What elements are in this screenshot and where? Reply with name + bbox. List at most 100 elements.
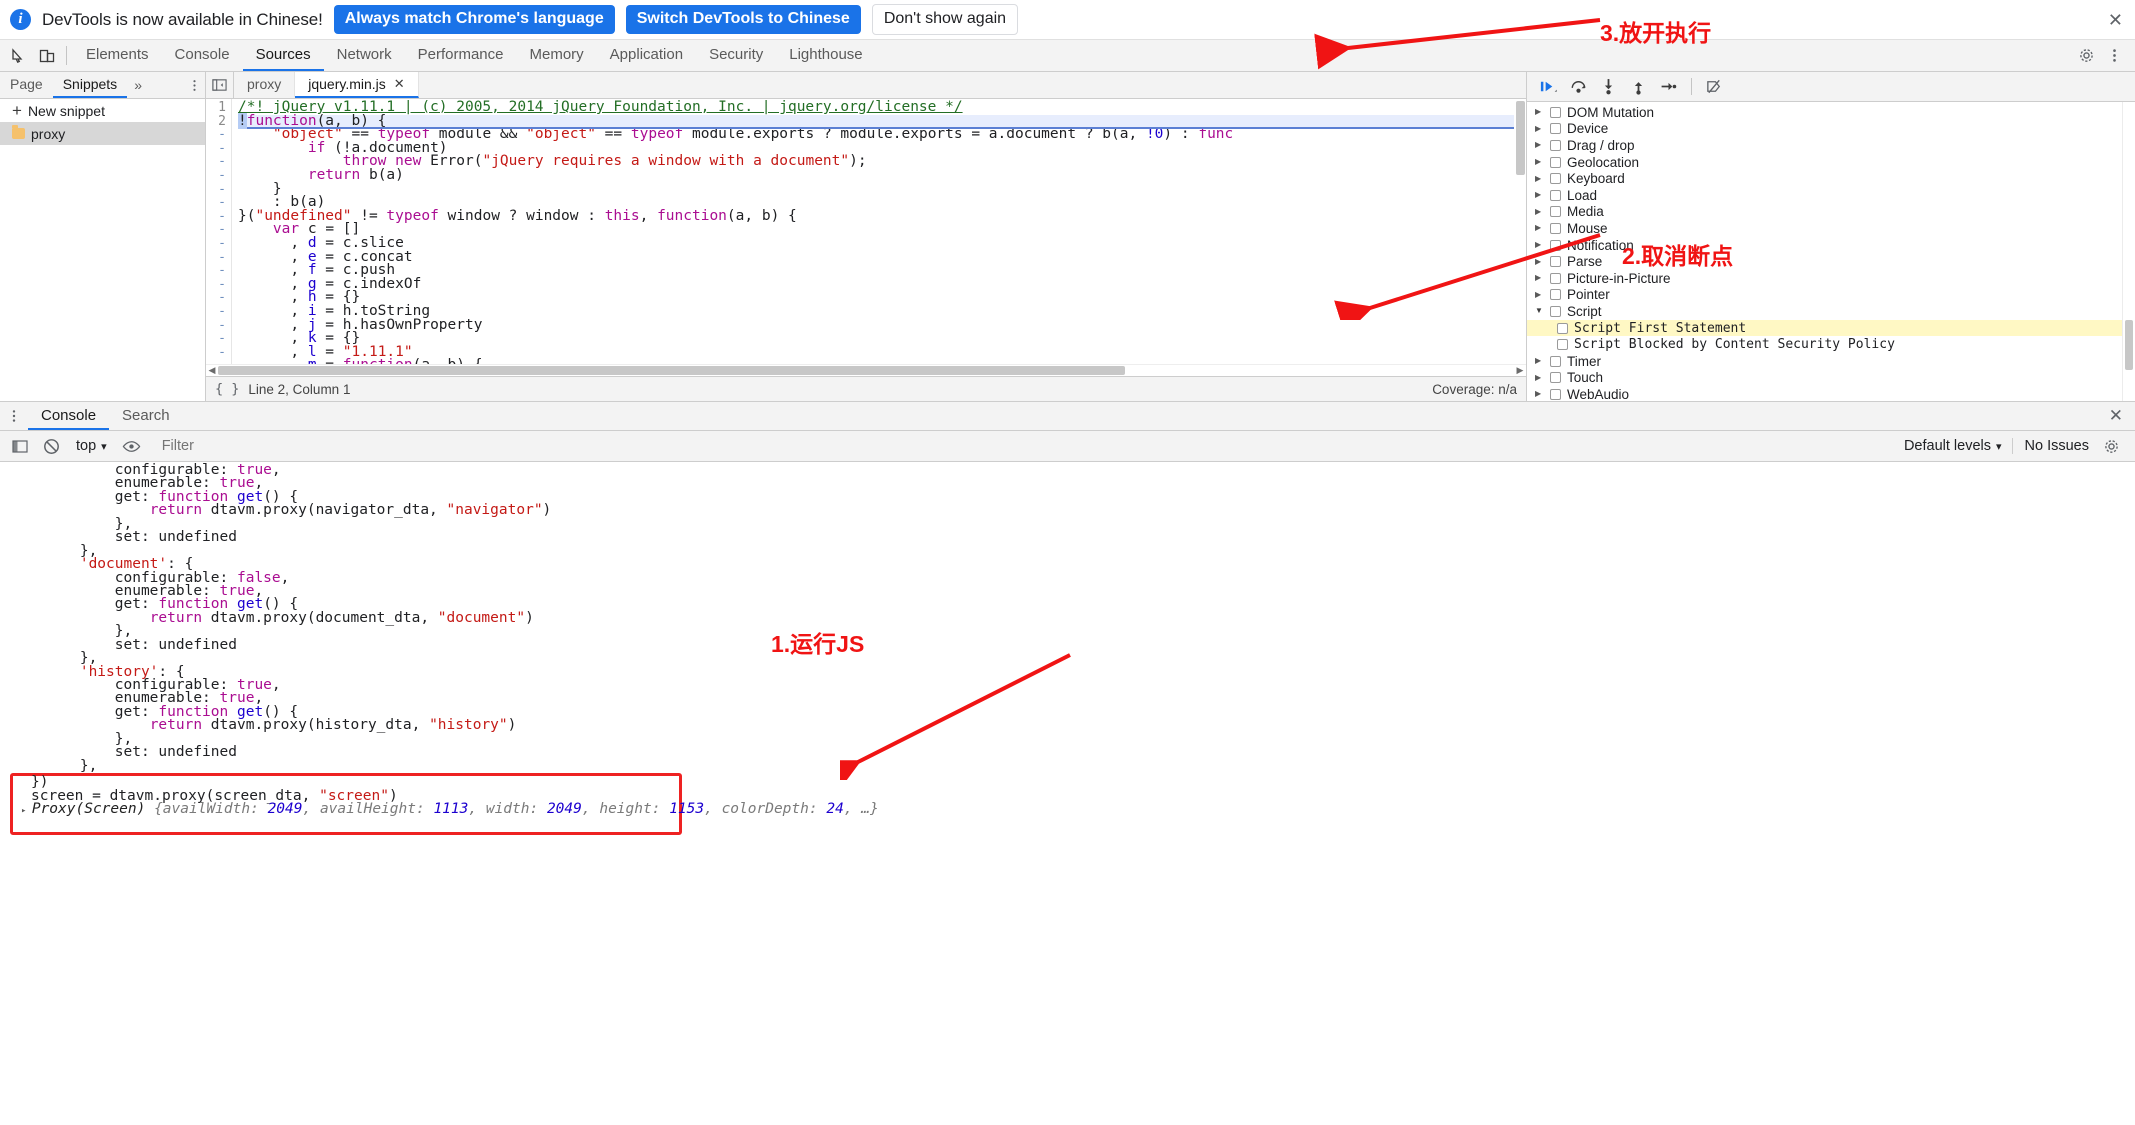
inspect-element-icon[interactable] bbox=[8, 45, 30, 67]
event-breakpoint-media[interactable]: ▶ Media bbox=[1527, 204, 2135, 221]
navigator-tab-page[interactable]: Page bbox=[0, 72, 53, 98]
close-icon[interactable]: ✕ bbox=[394, 76, 405, 92]
step-into-button[interactable] bbox=[1595, 75, 1622, 99]
kebab-menu-icon[interactable] bbox=[0, 402, 28, 430]
chevron-right-icon[interactable]: ▶ bbox=[1535, 158, 1544, 166]
checkbox[interactable] bbox=[1557, 322, 1568, 334]
chevron-right-icon[interactable]: ▶ bbox=[1535, 290, 1544, 299]
scrollbar-track[interactable] bbox=[218, 366, 1514, 375]
event-breakpoint-picture-in-picture[interactable]: ▶ Picture-in-Picture bbox=[1527, 270, 2135, 287]
chevron-right-icon[interactable]: ▶ bbox=[1535, 257, 1544, 266]
checkbox[interactable] bbox=[1550, 305, 1561, 317]
collapse-sidebar-icon[interactable] bbox=[206, 72, 234, 98]
code-line[interactable]: !function(a, b) { bbox=[238, 112, 1526, 129]
code-line[interactable]: return b(a) bbox=[238, 168, 1526, 183]
close-icon[interactable]: ✕ bbox=[2097, 402, 2135, 430]
code-editor[interactable]: 12------------------- /*! jQuery v1.11.1… bbox=[206, 99, 1526, 364]
checkbox[interactable] bbox=[1550, 189, 1561, 201]
chevron-right-icon[interactable]: ▶ bbox=[1535, 241, 1544, 249]
event-breakpoint-dom-mutation[interactable]: ▶ DOM Mutation bbox=[1527, 104, 2135, 121]
editor-horizontal-scrollbar[interactable]: ◀ ▶ bbox=[206, 364, 1526, 376]
checkbox[interactable] bbox=[1550, 156, 1561, 168]
chevron-right-icon[interactable]: ▶ bbox=[1535, 174, 1544, 183]
code-line[interactable]: , f = c.push bbox=[238, 263, 1526, 278]
drawer-tab-console[interactable]: Console bbox=[28, 402, 110, 430]
editor-tab-proxy[interactable]: proxy bbox=[234, 72, 296, 98]
checkbox[interactable] bbox=[1550, 106, 1561, 118]
issues-counter[interactable]: No Issues bbox=[2011, 438, 2089, 454]
editor-tab-jquery[interactable]: jquery.min.js ✕ bbox=[295, 72, 419, 98]
kebab-menu-icon[interactable] bbox=[183, 72, 205, 98]
event-breakpoint-touch[interactable]: ▶ Touch bbox=[1527, 370, 2135, 387]
tab-performance[interactable]: Performance bbox=[405, 40, 517, 71]
checkbox[interactable] bbox=[1550, 256, 1561, 268]
snippet-item-proxy[interactable]: proxy bbox=[0, 122, 205, 145]
chevron-right-icon[interactable]: ▶ bbox=[1535, 207, 1544, 216]
scrollbar-thumb[interactable] bbox=[2125, 320, 2133, 370]
tab-application[interactable]: Application bbox=[597, 40, 696, 71]
event-breakpoint-script-first-statement[interactable]: Script First Statement bbox=[1527, 319, 2135, 337]
console-result-value[interactable]: ▸ Proxy(Screen) {availWidth: 2049, avail… bbox=[13, 802, 879, 817]
code-line[interactable]: , k = {} bbox=[238, 331, 1526, 346]
checkbox[interactable] bbox=[1550, 388, 1561, 400]
close-icon[interactable]: ✕ bbox=[2108, 11, 2123, 29]
event-breakpoint-device[interactable]: ▶ Device bbox=[1527, 121, 2135, 138]
event-breakpoint-parse[interactable]: ▶ Parse bbox=[1527, 253, 2135, 270]
tab-sources[interactable]: Sources bbox=[242, 40, 324, 71]
execution-context-selector[interactable]: top ▾ bbox=[72, 438, 111, 454]
tab-console[interactable]: Console bbox=[162, 40, 243, 71]
chevron-right-icon[interactable]: ▶ bbox=[1535, 274, 1544, 282]
tab-elements[interactable]: Elements bbox=[73, 40, 162, 71]
chevron-right-icon[interactable]: ▶ bbox=[1535, 124, 1544, 133]
gear-icon[interactable] bbox=[2099, 434, 2123, 458]
checkbox[interactable] bbox=[1550, 123, 1561, 135]
tab-network[interactable]: Network bbox=[324, 40, 405, 71]
gear-icon[interactable] bbox=[2073, 43, 2099, 69]
always-match-chrome-language-button[interactable]: Always match Chrome's language bbox=[333, 5, 615, 34]
scrollbar-thumb[interactable] bbox=[218, 366, 1126, 375]
console-messages[interactable]: configurable: true, enumerable: true, ge… bbox=[0, 462, 2135, 1125]
deactivate-breakpoints-button[interactable] bbox=[1701, 75, 1728, 99]
chevron-right-icon[interactable]: ▶ bbox=[1535, 357, 1544, 365]
device-toolbar-icon[interactable] bbox=[36, 45, 58, 67]
event-breakpoint-drag-drop[interactable]: ▶ Drag / drop bbox=[1527, 137, 2135, 154]
checkbox[interactable] bbox=[1550, 355, 1561, 367]
checkbox[interactable] bbox=[1550, 239, 1561, 251]
event-breakpoint-keyboard[interactable]: ▶ Keyboard bbox=[1527, 170, 2135, 187]
event-breakpoint-pointer[interactable]: ▶ Pointer bbox=[1527, 287, 2135, 304]
console-sidebar-icon[interactable] bbox=[8, 435, 31, 458]
debugger-vertical-scrollbar[interactable] bbox=[2122, 102, 2135, 401]
navigator-more-tabs-icon[interactable]: » bbox=[127, 72, 149, 98]
code-line[interactable]: var c = [] bbox=[238, 222, 1526, 237]
drawer-tab-search[interactable]: Search bbox=[109, 402, 183, 430]
event-breakpoint-mouse[interactable]: ▶ Mouse bbox=[1527, 220, 2135, 237]
event-breakpoint-timer[interactable]: ▶ Timer bbox=[1527, 353, 2135, 370]
checkbox[interactable] bbox=[1550, 272, 1561, 284]
code-line[interactable]: , h = {} bbox=[238, 290, 1526, 305]
scroll-right-icon[interactable]: ▶ bbox=[1514, 365, 1526, 376]
checkbox[interactable] bbox=[1550, 139, 1561, 151]
code-line[interactable]: /*! jQuery v1.11.1 | (c) 2005, 2014 jQue… bbox=[238, 100, 1526, 115]
event-breakpoint-webaudio[interactable]: ▶ WebAudio bbox=[1527, 386, 2135, 401]
event-breakpoint-load[interactable]: ▶ Load bbox=[1527, 187, 2135, 204]
pretty-print-icon[interactable]: { } bbox=[215, 381, 239, 397]
chevron-right-icon[interactable]: ▶ bbox=[1535, 373, 1544, 382]
checkbox[interactable] bbox=[1557, 339, 1568, 351]
step-out-button[interactable] bbox=[1625, 75, 1652, 99]
editor-vertical-scrollbar[interactable] bbox=[1514, 99, 1526, 364]
event-breakpoint-notification[interactable]: ▶ Notification bbox=[1527, 237, 2135, 254]
code-line[interactable]: throw new Error("jQuery requires a windo… bbox=[238, 154, 1526, 169]
event-breakpoint-script[interactable]: ▼ Script bbox=[1527, 303, 2135, 320]
dont-show-again-button[interactable]: Don't show again bbox=[871, 4, 1019, 35]
code-line[interactable]: }("undefined" != typeof window ? window … bbox=[238, 209, 1526, 224]
log-levels-selector[interactable]: Default levels ▾ bbox=[1904, 438, 2002, 454]
live-expression-icon[interactable] bbox=[120, 435, 143, 458]
checkbox[interactable] bbox=[1550, 222, 1561, 234]
scroll-left-icon[interactable]: ◀ bbox=[206, 365, 218, 376]
filter-input[interactable] bbox=[151, 438, 1895, 454]
chevron-right-icon[interactable]: ▶ bbox=[1535, 191, 1544, 199]
kebab-menu-icon[interactable] bbox=[2101, 43, 2127, 69]
scrollbar-thumb[interactable] bbox=[1516, 101, 1525, 175]
step-button[interactable] bbox=[1655, 75, 1682, 99]
event-listener-breakpoints-list[interactable]: ▶ DOM Mutation ▶ Device ▶ Drag / drop ▶ Geoloca… bbox=[1527, 102, 2135, 401]
